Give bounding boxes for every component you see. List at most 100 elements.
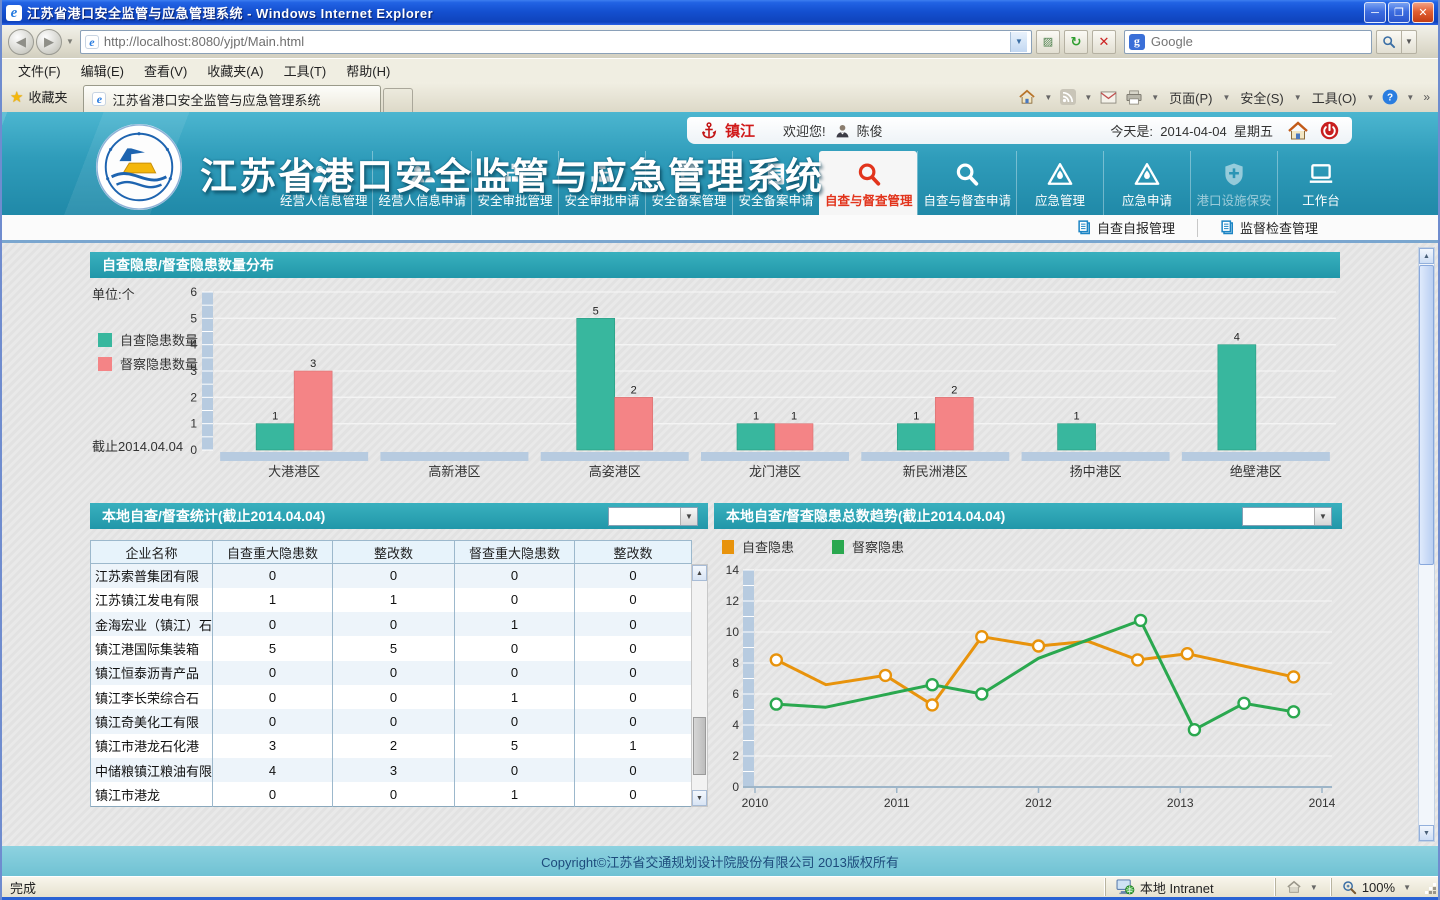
minimize-button[interactable]: ─ xyxy=(1364,2,1386,23)
safety-menu[interactable]: 安全(S) xyxy=(1235,88,1288,107)
svg-text:2010: 2010 xyxy=(742,796,769,810)
table-row[interactable]: 镇江市港龙石化港3251 xyxy=(91,734,692,758)
menu-item-5[interactable]: 帮助(H) xyxy=(336,58,400,83)
search-input[interactable] xyxy=(1151,34,1367,49)
table-row[interactable]: 镇江市港龙0010 xyxy=(91,782,692,806)
zoom-icon xyxy=(1342,880,1357,895)
page-menu[interactable]: 页面(P) xyxy=(1164,88,1217,107)
page-dropdown-icon[interactable]: ▼ xyxy=(1220,93,1234,102)
document-icon xyxy=(1220,220,1234,235)
column-header[interactable]: 整改数 xyxy=(333,541,455,564)
menu-item-4[interactable]: 工具(T) xyxy=(274,58,337,83)
menu-item-0[interactable]: 文件(F) xyxy=(8,58,71,83)
nav-item-label: 工作台 xyxy=(1283,190,1359,209)
svg-text:0: 0 xyxy=(190,443,197,457)
company-name-cell: 镇江奇美化工有限 xyxy=(91,709,213,733)
table-row[interactable]: 江苏镇江发电有限1100 xyxy=(91,588,692,612)
table-row[interactable]: 金海宏业（镇江）石0010 xyxy=(91,612,692,636)
forward-button[interactable]: ▶ xyxy=(36,29,62,55)
close-button[interactable]: ✕ xyxy=(1412,2,1434,23)
logout-power-icon[interactable] xyxy=(1319,120,1340,141)
stats-panel-title: 本地自查/督查统计(截止2014.04.04) xyxy=(102,508,325,524)
nav-item-self-supervise-mgmt[interactable]: 自查与督查管理 xyxy=(819,151,918,215)
chevron-down-icon[interactable]: ▼ xyxy=(1307,883,1321,892)
scroll-down-icon[interactable]: ▼ xyxy=(1419,825,1434,841)
table-scrollbar[interactable]: ▲ ▼ xyxy=(691,564,708,807)
scroll-down-icon[interactable]: ▼ xyxy=(692,790,707,806)
tools-menu[interactable]: 工具(O) xyxy=(1307,88,1362,107)
maximize-button[interactable]: ❐ xyxy=(1388,2,1410,23)
cell-value: 0 xyxy=(575,588,692,612)
submenu-item-self-report-mgmt[interactable]: 自查自报管理 xyxy=(1055,219,1197,237)
table-row[interactable]: 镇江李长荣综合石0010 xyxy=(91,685,692,709)
search-button[interactable] xyxy=(1376,30,1402,54)
history-dropdown-icon[interactable]: ▼ xyxy=(66,37,74,46)
table-row[interactable]: 镇江港国际集装箱5500 xyxy=(91,636,692,660)
column-header[interactable]: 企业名称 xyxy=(91,541,213,564)
trend-filter-select[interactable]: ▼ xyxy=(1242,507,1332,526)
feeds-dropdown-icon[interactable]: ▼ xyxy=(1081,93,1095,102)
chevron-down-icon[interactable]: ▼ xyxy=(680,508,697,525)
warn-icon xyxy=(1109,155,1185,187)
favorites-button[interactable]: ★ 收藏夹 xyxy=(2,87,77,112)
feeds-icon[interactable] xyxy=(1057,89,1079,105)
stats-filter-select[interactable]: ▼ xyxy=(608,507,698,526)
table-row[interactable]: 镇江奇美化工有限0000 xyxy=(91,709,692,733)
menu-item-2[interactable]: 查看(V) xyxy=(134,58,197,83)
status-mode-button[interactable]: ▼ xyxy=(1275,878,1331,896)
help-icon[interactable]: ? xyxy=(1379,89,1401,105)
mail-icon[interactable] xyxy=(1097,91,1120,104)
chevron-down-icon[interactable]: ▼ xyxy=(1400,883,1414,892)
search-box[interactable]: g xyxy=(1124,30,1372,54)
home-dropdown-icon[interactable]: ▼ xyxy=(1041,93,1055,102)
table-row[interactable]: 江苏索普集团有限0000 xyxy=(91,564,692,588)
home-shortcut-icon[interactable] xyxy=(1287,121,1309,141)
home-icon[interactable] xyxy=(1015,89,1039,105)
refresh-button[interactable]: ↻ xyxy=(1064,30,1088,54)
page-scroll-thumb[interactable] xyxy=(1419,265,1434,565)
nav-item-emergency-mgmt[interactable]: 应急管理 xyxy=(1016,151,1103,215)
chevron-down-icon[interactable]: ▼ xyxy=(1314,508,1331,525)
print-dropdown-icon[interactable]: ▼ xyxy=(1148,93,1162,102)
search-options-dropdown[interactable]: ▼ xyxy=(1402,30,1417,54)
page-scrollbar[interactable]: ▲ ▼ xyxy=(1418,247,1435,842)
scroll-up-icon[interactable]: ▲ xyxy=(692,565,707,581)
stop-button[interactable]: ✕ xyxy=(1092,30,1116,54)
help-dropdown-icon[interactable]: ▼ xyxy=(1403,93,1417,102)
tools-dropdown-icon[interactable]: ▼ xyxy=(1363,93,1377,102)
cell-value: 3 xyxy=(213,734,333,758)
url-input[interactable] xyxy=(104,34,1010,49)
menu-item-3[interactable]: 收藏夹(A) xyxy=(197,58,273,83)
table-row[interactable]: 镇江恒泰沥青产品0000 xyxy=(91,661,692,685)
print-icon[interactable] xyxy=(1122,90,1146,105)
nav-item-port-facility-security[interactable]: 港口设施保安 xyxy=(1190,151,1277,215)
back-button[interactable]: ◀ xyxy=(8,29,34,55)
table-scroll-thumb[interactable] xyxy=(693,717,706,775)
resize-grip[interactable] xyxy=(1424,878,1438,896)
column-header[interactable]: 督查重大隐患数 xyxy=(455,541,575,564)
compatibility-view-button[interactable]: ▨ xyxy=(1036,30,1060,54)
safety-dropdown-icon[interactable]: ▼ xyxy=(1291,93,1305,102)
cell-value: 0 xyxy=(455,758,575,782)
scroll-up-icon[interactable]: ▲ xyxy=(1419,248,1434,264)
nav-item-emergency-apply[interactable]: 应急申请 xyxy=(1103,151,1190,215)
nav-item-self-supervise-apply[interactable]: 自查与督查申请 xyxy=(917,151,1016,215)
cell-value: 1 xyxy=(455,685,575,709)
cell-value: 0 xyxy=(575,758,692,782)
zoom-control[interactable]: 100% ▼ xyxy=(1331,878,1424,896)
command-bar: ▼ ▼ ▼ 页面(P) ▼ 安全(S) ▼ 工具(O) ▼ ? ▼ » xyxy=(1015,84,1432,110)
table-row[interactable]: 中储粮镇江粮油有限4300 xyxy=(91,758,692,782)
url-dropdown-button[interactable]: ▼ xyxy=(1010,32,1027,52)
address-field[interactable]: e ▼ xyxy=(80,30,1032,54)
svg-text:新民洲港区: 新民洲港区 xyxy=(903,464,968,479)
menu-item-1[interactable]: 编辑(E) xyxy=(71,58,134,83)
column-header[interactable]: 自查重大隐患数 xyxy=(213,541,333,564)
cell-value: 0 xyxy=(213,782,333,806)
nav-item-workbench[interactable]: 工作台 xyxy=(1277,151,1364,215)
submenu-item-supervise-check-mgmt[interactable]: 监督检查管理 xyxy=(1197,219,1340,237)
new-tab-stub[interactable] xyxy=(383,88,413,112)
active-tab[interactable]: e 江苏省港口安全监管与应急管理系统 xyxy=(83,85,381,112)
overflow-chevron-icon[interactable]: » xyxy=(1419,90,1432,104)
column-header[interactable]: 整改数 xyxy=(575,541,692,564)
svg-text:扬中港区: 扬中港区 xyxy=(1070,464,1122,479)
